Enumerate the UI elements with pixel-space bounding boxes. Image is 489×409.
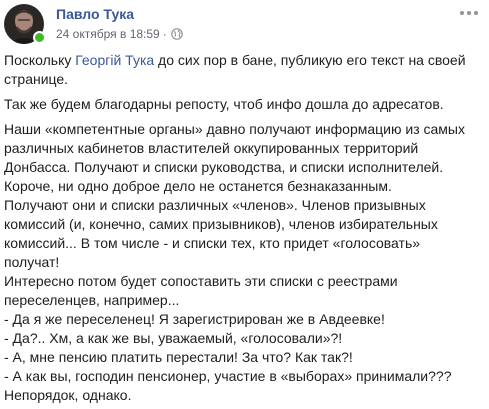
more-dot — [474, 11, 478, 15]
post-line: получат! — [4, 254, 60, 270]
post-line: - Да я же переселенец! Я зарегистрирован… — [4, 311, 385, 327]
more-dot — [460, 11, 464, 15]
post-header: Павло Тука 24 октября в 18:59 · — [0, 0, 489, 52]
text-segment: Поскольку — [4, 52, 76, 68]
mention-link[interactable]: Георгій Тука — [75, 52, 154, 68]
post-body: Поскольку Георгій Тука до сих пор в бане… — [4, 51, 484, 405]
author-name-link[interactable]: Павло Тука — [56, 6, 134, 22]
more-dot — [467, 11, 471, 15]
post-line: Получают они и списки различных «членов»… — [4, 197, 426, 213]
post-line: Непорядок, однако. — [4, 387, 132, 403]
post-paragraph-3: Наши «компетентные органы» давно получаю… — [4, 120, 484, 405]
post-line: - А как вы, господин пенсионер, участие … — [4, 368, 452, 384]
post-meta: 24 октября в 18:59 · — [56, 27, 183, 41]
post-line: Наши «компетентные органы» давно получаю… — [4, 121, 465, 137]
post-line: - А, мне пенсию платить перестали! За чт… — [4, 349, 353, 365]
more-options-icon[interactable] — [457, 4, 481, 22]
post-paragraph-1: Поскольку Георгій Тука до сих пор в бане… — [4, 51, 484, 89]
post-line: - Да?.. Хм, а как же вы, уважаемый, «гол… — [4, 330, 343, 346]
globe-icon[interactable] — [170, 28, 183, 40]
online-status-indicator — [33, 31, 46, 44]
post-line: Короче, ни одно доброе дело не останется… — [4, 178, 392, 194]
text-segment: до сих пор в бане, публикую его текст на… — [154, 52, 466, 68]
post-line: различных кабинетов властителей оккупиро… — [4, 140, 419, 156]
post-line: комиссий (и, конечно, самих призывников)… — [4, 216, 438, 232]
post-line: Так же будем благодарны репосту, чтоб ин… — [4, 96, 444, 112]
post-paragraph-2: Так же будем благодарны репосту, чтоб ин… — [4, 95, 484, 114]
post-line: комиссий... В том числе - и списки тех, … — [4, 235, 421, 251]
avatar-container — [4, 4, 46, 44]
post-line: Интересно потом будет сопоставить эти сп… — [4, 273, 398, 289]
meta-separator: · — [162, 27, 167, 41]
post-line: Поскольку Георгій Тука до сих пор в бане… — [4, 51, 484, 70]
post-line: Донбасса. Получают и списки руководства,… — [4, 159, 444, 175]
post-line: странице. — [4, 71, 69, 87]
post-line: переселенцев, например... — [4, 292, 180, 308]
post-timestamp[interactable]: 24 октября в 18:59 — [56, 27, 160, 41]
